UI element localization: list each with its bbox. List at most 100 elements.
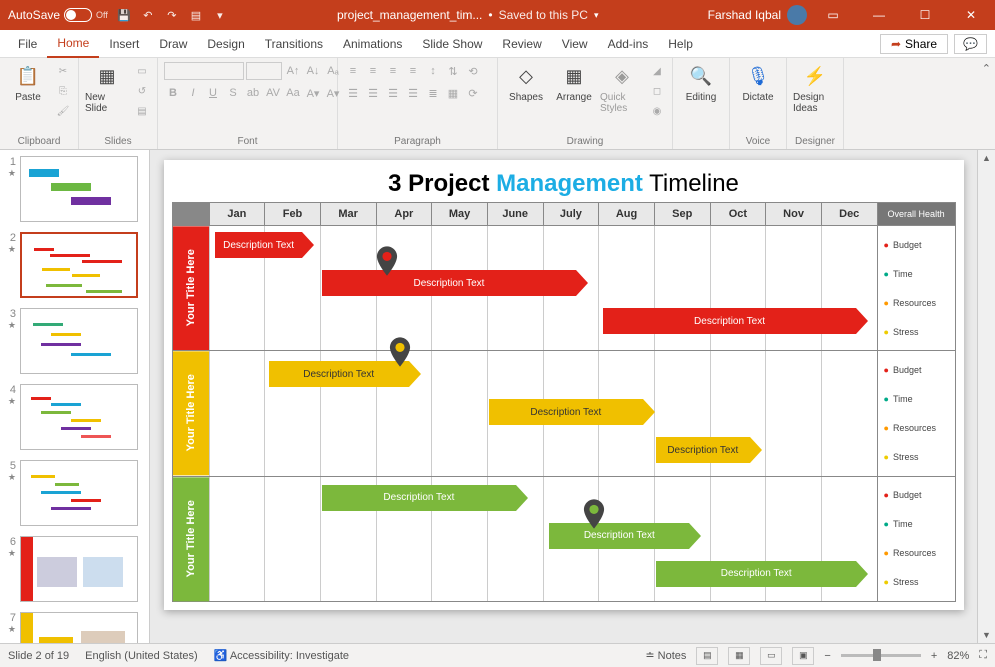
shapes-button[interactable]: ◇Shapes xyxy=(504,62,548,103)
autosave-toggle[interactable]: AutoSave Off xyxy=(8,8,108,22)
minimize-icon[interactable]: — xyxy=(859,0,899,30)
zoom-in-icon[interactable]: + xyxy=(931,650,937,662)
thumbnail-5[interactable] xyxy=(20,460,138,526)
thumbnail-1[interactable] xyxy=(20,156,138,222)
ribbon-tabs: File Home Insert Draw Design Transitions… xyxy=(0,30,995,58)
dictate-icon: 🎙 xyxy=(744,62,772,90)
voice-group-label: Voice xyxy=(746,134,770,147)
health-panel: Budget Time Resources Stress xyxy=(877,226,955,350)
status-bar: Slide 2 of 19 English (United States) ♿ … xyxy=(0,643,995,667)
paste-button[interactable]: 📋 Paste xyxy=(6,62,50,103)
tab-review[interactable]: Review xyxy=(492,30,551,58)
filename-label: project_management_tim... xyxy=(337,8,482,22)
tab-insert[interactable]: Insert xyxy=(99,30,149,58)
gantt-bar: Description Text xyxy=(603,308,857,334)
accessibility-label[interactable]: ♿ Accessibility: Investigate xyxy=(214,649,349,662)
tab-design[interactable]: Design xyxy=(197,30,254,58)
quick-styles-button[interactable]: ◈Quick Styles xyxy=(600,62,644,114)
more-icon[interactable]: ▾ xyxy=(212,7,228,23)
sorter-view-icon[interactable]: ▦ xyxy=(728,647,750,665)
slideshow-icon[interactable]: ▤ xyxy=(188,7,204,23)
zoom-slider[interactable] xyxy=(841,654,921,657)
save-icon[interactable]: 💾 xyxy=(116,7,132,23)
editing-button[interactable]: 🔍Editing xyxy=(679,62,723,103)
gantt-bar: Description Text xyxy=(656,561,856,587)
arrange-icon: ▦ xyxy=(560,62,588,90)
tab-draw[interactable]: Draw xyxy=(149,30,197,58)
maximize-icon[interactable]: ☐ xyxy=(905,0,945,30)
health-panel: Budget Time Resources Stress xyxy=(877,351,955,475)
redo-icon[interactable]: ↷ xyxy=(164,7,180,23)
pin-icon xyxy=(583,499,605,529)
design-ideas-button[interactable]: ⚡Design Ideas xyxy=(793,62,837,114)
undo-icon[interactable]: ↶ xyxy=(140,7,156,23)
close-icon[interactable]: ✕ xyxy=(951,0,991,30)
health-panel: Budget Time Resources Stress xyxy=(877,477,955,601)
slide-thumbnails[interactable]: 1★ 2★ 3★ xyxy=(0,150,150,643)
tab-view[interactable]: View xyxy=(552,30,598,58)
quick-styles-icon: ◈ xyxy=(608,62,636,90)
comments-button[interactable]: 💬 xyxy=(954,34,987,54)
language-label[interactable]: English (United States) xyxy=(85,650,198,662)
pin-icon xyxy=(389,337,411,367)
thumbnail-6[interactable] xyxy=(20,536,138,602)
section-icon[interactable]: ▤ xyxy=(133,102,151,120)
thumbnail-2[interactable] xyxy=(20,232,138,298)
month-cell: Jan xyxy=(209,203,265,225)
notes-button[interactable]: ≐ Notes xyxy=(645,649,686,662)
reading-view-icon[interactable]: ▭ xyxy=(760,647,782,665)
tab-animations[interactable]: Animations xyxy=(333,30,412,58)
avatar[interactable] xyxy=(787,5,807,25)
thumbnail-4[interactable] xyxy=(20,384,138,450)
shape-effects-icon[interactable]: ◉ xyxy=(648,102,666,120)
gantt-bar: Description Text xyxy=(322,485,516,511)
thumbnail-3[interactable] xyxy=(20,308,138,374)
tab-help[interactable]: Help xyxy=(658,30,703,58)
share-button[interactable]: ➦Share xyxy=(880,34,948,54)
cut-icon[interactable]: ✂ xyxy=(54,62,72,80)
save-status-label: Saved to this PC xyxy=(499,8,588,22)
reset-icon[interactable]: ↺ xyxy=(133,82,151,100)
vertical-scrollbar[interactable]: ▲ ▼ xyxy=(977,150,995,643)
thumbnail-7[interactable] xyxy=(20,612,138,643)
layout-icon[interactable]: ▭ xyxy=(133,62,151,80)
tab-transitions[interactable]: Transitions xyxy=(255,30,333,58)
scroll-down-icon[interactable]: ▼ xyxy=(978,627,995,643)
shape-fill-icon[interactable]: ◢ xyxy=(648,62,666,80)
editing-icon: 🔍 xyxy=(687,62,715,90)
paragraph-group-label: Paragraph xyxy=(394,134,441,147)
tab-home[interactable]: Home xyxy=(47,30,99,58)
tab-addins[interactable]: Add-ins xyxy=(598,30,659,58)
fit-to-window-icon[interactable]: ⛶ xyxy=(979,649,987,662)
scroll-up-icon[interactable]: ▲ xyxy=(978,150,995,166)
title-bar: AutoSave Off 💾 ↶ ↷ ▤ ▾ project_managemen… xyxy=(0,0,995,30)
new-slide-button[interactable]: ▦ New Slide xyxy=(85,62,129,114)
zoom-level[interactable]: 82% xyxy=(947,650,969,662)
normal-view-icon[interactable]: ▤ xyxy=(696,647,718,665)
gantt-bar: Description Text xyxy=(656,437,750,463)
ribbon: 📋 Paste ✂ ⎘ 🖌 Clipboard ▦ New Slide ▭ ↺ … xyxy=(0,58,995,150)
copy-icon[interactable]: ⎘ xyxy=(54,82,72,100)
gantt-bar: Description Text xyxy=(322,270,576,296)
drawing-group-label: Drawing xyxy=(567,134,604,147)
paste-icon: 📋 xyxy=(14,62,42,90)
dictate-button[interactable]: 🎙Dictate xyxy=(736,62,780,103)
shape-outline-icon[interactable]: ◻ xyxy=(648,82,666,100)
gantt-bar: Description Text xyxy=(489,399,643,425)
font-group-label: Font xyxy=(237,134,257,147)
zoom-out-icon[interactable]: − xyxy=(824,650,830,662)
tab-slideshow[interactable]: Slide Show xyxy=(412,30,492,58)
slide-canvas[interactable]: 3 Project Management Timeline Jan Feb Ma… xyxy=(150,150,977,643)
arrange-button[interactable]: ▦Arrange xyxy=(552,62,596,103)
collapse-ribbon-icon[interactable]: ⌃ xyxy=(982,62,991,75)
design-ideas-icon: ⚡ xyxy=(801,62,829,90)
tab-file[interactable]: File xyxy=(8,30,47,58)
gantt-bar: Description Text xyxy=(549,523,689,549)
format-painter-icon[interactable]: 🖌 xyxy=(54,102,72,120)
ribbon-display-icon[interactable]: ▭ xyxy=(813,0,853,30)
slides-group-label: Slides xyxy=(104,134,131,147)
overall-health-header: Overall Health xyxy=(877,203,955,225)
slideshow-view-icon[interactable]: ▣ xyxy=(792,647,814,665)
shapes-icon: ◇ xyxy=(512,62,540,90)
track-title-1: Your Title Here xyxy=(173,226,209,350)
